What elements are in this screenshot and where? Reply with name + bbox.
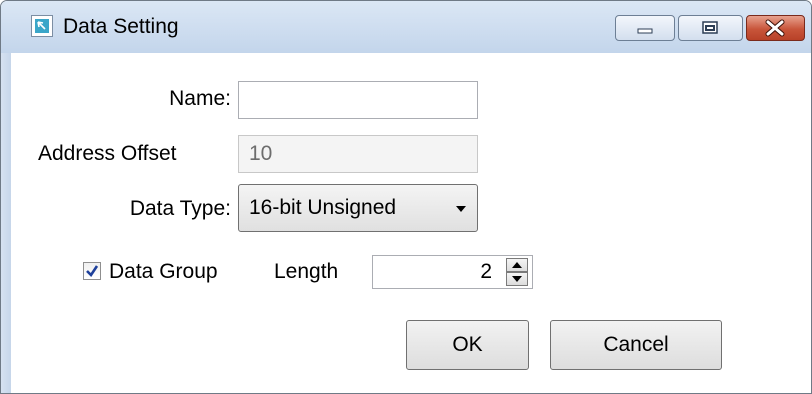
title-bar[interactable]: Data Setting xyxy=(1,1,811,53)
length-label: Length xyxy=(274,260,339,283)
data-setting-dialog: Data Setting Name: Address Offset Data T… xyxy=(0,0,812,394)
data-group-label[interactable]: Data Group xyxy=(109,260,218,284)
window-title: Data Setting xyxy=(63,15,179,38)
chevron-down-icon xyxy=(456,206,466,212)
minimize-icon xyxy=(637,28,653,34)
address-offset-label: Address Offset xyxy=(38,142,177,165)
data-type-value: 16-bit Unsigned xyxy=(249,196,397,219)
checkmark-icon xyxy=(86,265,99,278)
length-stepper[interactable]: 2 xyxy=(372,255,533,289)
arrow-down-icon xyxy=(512,276,522,282)
data-type-label: Data Type: xyxy=(129,197,231,220)
data-type-select[interactable]: 16-bit Unsigned xyxy=(238,184,478,232)
name-label: Name: xyxy=(169,87,231,110)
length-value[interactable]: 2 xyxy=(480,256,492,288)
stepper-up-button[interactable] xyxy=(506,258,528,272)
minimize-button[interactable] xyxy=(615,15,675,41)
address-offset-input[interactable] xyxy=(238,135,478,173)
stepper-down-button[interactable] xyxy=(506,272,528,286)
maximize-button[interactable] xyxy=(678,15,743,41)
app-icon xyxy=(31,15,53,37)
data-group-checkbox[interactable] xyxy=(83,262,101,280)
maximize-icon xyxy=(702,21,718,34)
close-button[interactable] xyxy=(746,15,805,41)
arrow-up-icon xyxy=(512,262,522,268)
name-input[interactable] xyxy=(238,81,478,119)
close-icon xyxy=(765,19,785,37)
cancel-button[interactable]: Cancel xyxy=(550,320,722,370)
window-frame-left xyxy=(1,53,11,393)
ok-button[interactable]: OK xyxy=(406,320,529,370)
